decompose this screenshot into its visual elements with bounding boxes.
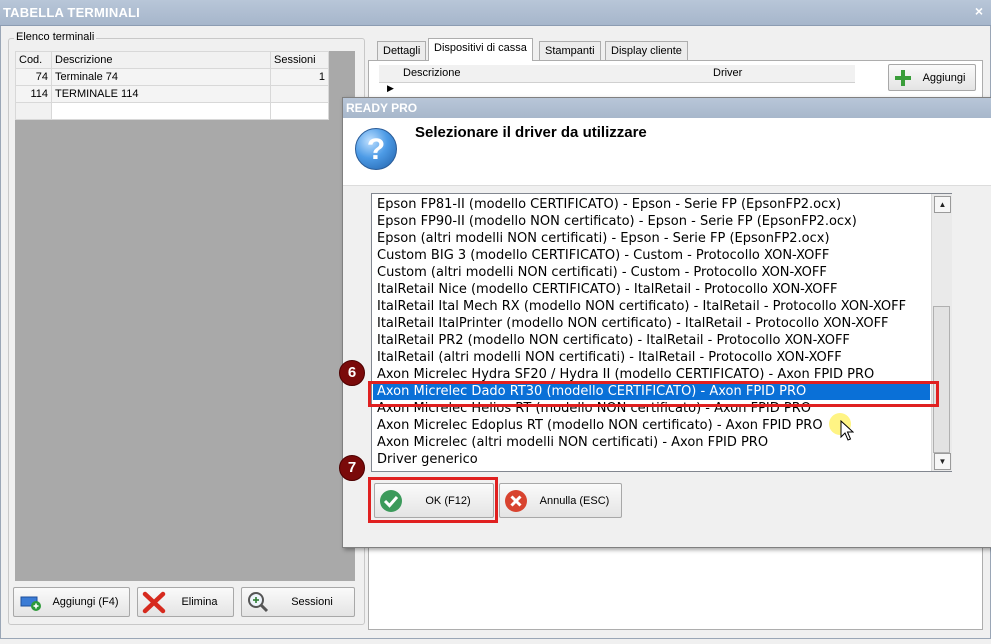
- devices-grid-row[interactable]: ▶: [379, 83, 855, 95]
- table-row[interactable]: 74 Terminale 74 1: [15, 68, 329, 86]
- window-titlebar: TABELLA TERMINALI ×: [0, 0, 991, 26]
- cell-descrizione: [51, 102, 271, 120]
- tab-dettagli[interactable]: Dettagli: [377, 41, 427, 60]
- close-icon[interactable]: ×: [975, 3, 983, 19]
- devices-grid-header: Descrizione Driver: [379, 65, 855, 83]
- cell-cod: 114: [15, 85, 52, 103]
- cancel-x-icon: [504, 489, 528, 513]
- devices-grid: Descrizione Driver ▶: [379, 65, 855, 95]
- column-header-descrizione[interactable]: Descrizione: [51, 51, 271, 69]
- cancel-button[interactable]: Annulla (ESC): [499, 483, 622, 518]
- delete-button[interactable]: Elimina: [137, 587, 234, 617]
- sessions-button[interactable]: Sessioni: [241, 587, 355, 617]
- scroll-up-arrow-icon[interactable]: ▲: [934, 196, 951, 213]
- delete-x-icon: [142, 590, 166, 614]
- table-row-new[interactable]: [15, 102, 329, 120]
- terminals-table: Cod. Descrizione Sessioni 74 Terminale 7…: [15, 51, 329, 120]
- dialog-titlebar: READY PRO: [343, 98, 991, 118]
- add-device-button[interactable]: Aggiungi: [888, 64, 976, 91]
- add-terminal-button[interactable]: Aggiungi (F4): [13, 587, 130, 617]
- dialog-header: ? Selezionare il driver da utilizzare: [343, 118, 991, 186]
- terminals-legend: Elenco terminali: [14, 31, 97, 43]
- row-pointer-icon: ▶: [387, 83, 394, 93]
- column-header-driver[interactable]: Driver: [713, 67, 742, 79]
- cell-sessioni: [270, 85, 329, 103]
- table-row[interactable]: 114 TERMINALE 114: [15, 85, 329, 103]
- cancel-label: Annulla (ESC): [539, 494, 610, 507]
- mouse-cursor-icon: [840, 420, 854, 441]
- cell-descrizione: TERMINALE 114: [51, 85, 271, 103]
- cell-descrizione: Terminale 74: [51, 68, 271, 86]
- selected-driver-highlight: [368, 381, 939, 407]
- column-header-sessioni[interactable]: Sessioni: [270, 51, 329, 69]
- driver-listbox[interactable]: Epson FP81-II (modello CERTIFICATO) - Ep…: [371, 193, 952, 472]
- driver-list-item[interactable]: Axon Micrelec (altri modelli NON certifi…: [377, 434, 768, 451]
- scroll-thumb[interactable]: [933, 306, 950, 453]
- tab-stampanti[interactable]: Stampanti: [539, 41, 601, 60]
- driver-list-item[interactable]: ItalRetail Nice (modello CERTIFICATO) - …: [377, 281, 837, 298]
- add-device-label: Aggiungi: [922, 71, 966, 84]
- driver-list-item[interactable]: Epson FP90-II (modello NON certificato) …: [377, 213, 857, 230]
- cell-sessioni: [270, 102, 329, 120]
- driver-list-item[interactable]: Axon Micrelec Edoplus RT (modello NON ce…: [377, 417, 823, 434]
- ok-button-highlight: [368, 477, 498, 523]
- driver-list-scrollbar[interactable]: ▲ ▼: [931, 194, 952, 471]
- dialog-title: READY PRO: [346, 101, 418, 115]
- step-7-badge: 7: [339, 455, 365, 481]
- driver-list-item[interactable]: ItalRetail ItalPrinter (modello NON cert…: [377, 315, 889, 332]
- column-header-cod[interactable]: Cod.: [15, 51, 52, 69]
- cell-sessioni: 1: [270, 68, 329, 86]
- column-header-descrizione[interactable]: Descrizione: [403, 67, 460, 79]
- driver-list-item[interactable]: Custom (altri modelli NON certificati) -…: [377, 264, 827, 281]
- driver-list-item[interactable]: Epson FP81-II (modello CERTIFICATO) - Ep…: [377, 196, 841, 213]
- tab-dispositivi-di-cassa[interactable]: Dispositivi di cassa: [428, 38, 533, 61]
- driver-list-item[interactable]: ItalRetail Ital Mech RX (modello NON cer…: [377, 298, 906, 315]
- driver-list-item[interactable]: ItalRetail PR2 (modello NON certificato)…: [377, 332, 850, 349]
- sessions-label: Sessioni: [291, 596, 333, 608]
- tab-display-cliente[interactable]: Display cliente: [605, 41, 688, 60]
- driver-list-item[interactable]: Custom BIG 3 (modello CERTIFICATO) - Cus…: [377, 247, 829, 264]
- add-terminal-icon: [18, 590, 42, 614]
- magnifier-icon: [246, 590, 270, 614]
- cell-cod: 74: [15, 68, 52, 86]
- scroll-down-arrow-icon[interactable]: ▼: [934, 453, 951, 470]
- question-icon: ?: [355, 128, 397, 170]
- driver-list-item[interactable]: Epson (altri modelli NON certificati) - …: [377, 230, 830, 247]
- add-terminal-label: Aggiungi (F4): [52, 596, 119, 608]
- step-6-badge: 6: [339, 360, 365, 386]
- dialog-message: Selezionare il driver da utilizzare: [415, 124, 647, 141]
- plus-icon: [893, 68, 913, 88]
- terminals-grid-background: [15, 51, 355, 581]
- delete-label: Elimina: [181, 596, 218, 608]
- driver-list-item[interactable]: ItalRetail (altri modelli NON certificat…: [377, 349, 842, 366]
- cell-cod: [15, 102, 52, 120]
- window-title: TABELLA TERMINALI: [3, 5, 140, 20]
- driver-list-item[interactable]: Driver generico: [377, 451, 478, 468]
